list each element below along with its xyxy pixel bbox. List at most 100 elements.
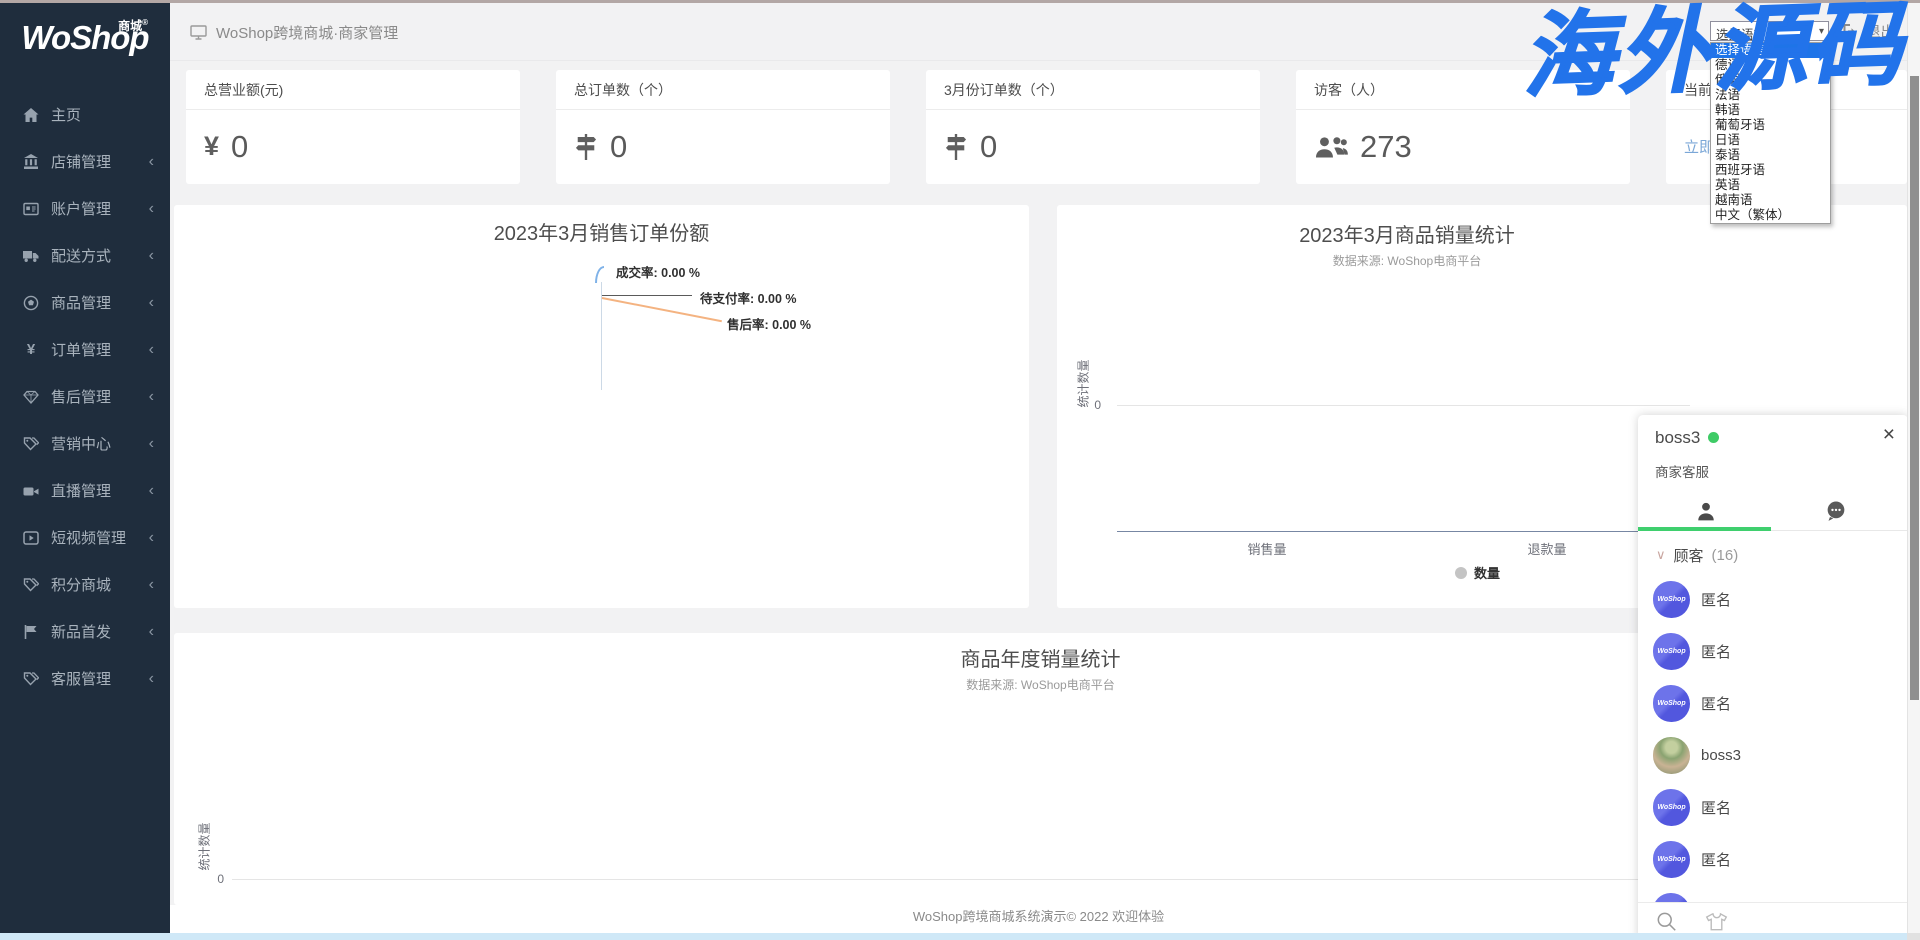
sidebar-item-home[interactable]: 主页 xyxy=(0,91,170,138)
sidebar-item-shortvideo[interactable]: 短视频管理 ‹ xyxy=(0,514,170,561)
sidebar-item-label: 直播管理 xyxy=(51,480,111,501)
visitor-name: 匿名 xyxy=(1701,693,1731,714)
stat-value: 273 xyxy=(1360,129,1412,165)
scrollbar-thumb[interactable] xyxy=(1910,76,1919,700)
chat-panel: boss3 × 商家客服 ∨ 顾客 (16) WoShop 匿名 WoShop … xyxy=(1638,415,1908,940)
x-category-refunds: 退款量 xyxy=(1467,539,1627,558)
sidebar-item-shop[interactable]: 店铺管理 ‹ xyxy=(0,138,170,185)
sidebar-item-goods[interactable]: 商品管理 ‹ xyxy=(0,279,170,326)
visitor-section-header[interactable]: ∨ 顾客 (16) xyxy=(1638,543,1908,567)
tab-conversations[interactable] xyxy=(1806,496,1866,526)
horizontal-scrollbar[interactable] xyxy=(0,933,1907,940)
sidebar-item-live[interactable]: 直播管理 ‹ xyxy=(0,467,170,514)
language-dropdown: 选择语言 德语 俄语 法语 韩语 葡萄牙语 日语 泰语 西班牙语 英语 越南语 … xyxy=(1710,42,1831,224)
page-title: WoShop跨境商城·商家管理 xyxy=(216,22,398,43)
tags-icon xyxy=(22,577,40,593)
chevron-left-icon: ‹ xyxy=(149,154,154,170)
gem-icon xyxy=(22,389,40,405)
flag-icon xyxy=(22,624,40,640)
sidebar-item-label: 商品管理 xyxy=(51,292,111,313)
language-select[interactable]: 选择语言 ▾ xyxy=(1710,21,1829,41)
sidebar-item-label: 售后管理 xyxy=(51,386,111,407)
app-logo[interactable]: 商城® WoShop xyxy=(0,19,170,79)
sidebar-item-label: 营销中心 xyxy=(51,433,111,454)
language-option[interactable]: 葡萄牙语 xyxy=(1711,118,1830,133)
pie-label-aftersale-rate: 售后率: 0.00 % xyxy=(727,314,811,333)
chevron-left-icon: ‹ xyxy=(149,671,154,687)
user-icon xyxy=(1696,501,1716,521)
logout-button[interactable]: 退出 xyxy=(1842,21,1895,42)
chevron-left-icon: ‹ xyxy=(149,530,154,546)
tab-visitors[interactable] xyxy=(1676,496,1736,526)
sidebar-item-label: 配送方式 xyxy=(51,245,111,266)
chevron-left-icon: ‹ xyxy=(149,248,154,264)
y-axis-label: 统计数量 xyxy=(196,822,213,870)
signpost-icon xyxy=(574,134,598,160)
monitor-icon xyxy=(190,25,207,40)
visitor-row[interactable]: boss3 xyxy=(1638,729,1908,781)
pie-label-unpaid-rate: 待支付率: 0.00 % xyxy=(700,288,797,307)
section-count: (16) xyxy=(1712,547,1739,564)
stat-card-total-orders: 总订单数（个） 0 xyxy=(556,70,890,184)
sidebar-item-label: 订单管理 xyxy=(51,339,111,360)
chevron-left-icon: ‹ xyxy=(149,624,154,640)
chevron-left-icon: ‹ xyxy=(149,577,154,593)
language-option[interactable]: 西班牙语 xyxy=(1711,163,1830,178)
language-option[interactable]: 日语 xyxy=(1711,133,1830,148)
y-axis-tick: 0 xyxy=(1081,398,1101,412)
chart-title: 2023年3月商品销量统计 xyxy=(1057,219,1757,248)
sidebar-item-service[interactable]: 客服管理 ‹ xyxy=(0,655,170,702)
search-icon[interactable] xyxy=(1656,911,1677,932)
close-icon[interactable]: × xyxy=(1883,424,1895,445)
language-option[interactable]: 俄语 xyxy=(1711,73,1830,88)
visitor-row[interactable]: WoShop 匿名 xyxy=(1638,677,1908,729)
yen-icon: ¥ xyxy=(22,342,40,358)
avatar xyxy=(1653,737,1690,774)
sidebar-item-newproduct[interactable]: 新品首发 ‹ xyxy=(0,608,170,655)
chart-subtitle: 数据来源: WoShop电商平台 xyxy=(1057,252,1757,269)
scrollbar-corner xyxy=(1907,933,1920,940)
truck-icon xyxy=(22,248,40,264)
stat-value: 0 xyxy=(231,129,248,165)
sidebar-item-orders[interactable]: ¥ 订单管理 ‹ xyxy=(0,326,170,373)
language-option[interactable]: 德语 xyxy=(1711,58,1830,73)
stat-label: 总订单数（个） xyxy=(556,70,890,110)
sidebar-item-marketing[interactable]: 营销中心 ‹ xyxy=(0,420,170,467)
home-icon xyxy=(22,107,40,123)
language-select-value: 选择语言 xyxy=(1716,28,1766,42)
sidebar-item-points[interactable]: 积分商城 ‹ xyxy=(0,561,170,608)
visitor-row[interactable]: WoShop 匿名 xyxy=(1638,573,1908,625)
chevron-down-icon: ▾ xyxy=(1819,26,1824,37)
chevron-left-icon: ‹ xyxy=(149,295,154,311)
sidebar-item-delivery[interactable]: 配送方式 ‹ xyxy=(0,232,170,279)
vertical-scrollbar[interactable] xyxy=(1907,3,1920,933)
language-option[interactable]: 中文（繁体） xyxy=(1711,208,1830,223)
language-option[interactable]: 越南语 xyxy=(1711,193,1830,208)
language-option[interactable]: 韩语 xyxy=(1711,103,1830,118)
language-option[interactable]: 法语 xyxy=(1711,88,1830,103)
visitor-row[interactable]: WoShop 匿名 xyxy=(1638,833,1908,885)
stat-label: 总营业额(元) xyxy=(186,70,520,110)
visitor-row[interactable]: WoShop 匿名 xyxy=(1638,781,1908,833)
pie-slice-line-blue xyxy=(595,266,604,283)
sidebar-item-aftersale[interactable]: 售后管理 ‹ xyxy=(0,373,170,420)
language-option[interactable]: 泰语 xyxy=(1711,148,1830,163)
legend-marker xyxy=(1455,567,1467,579)
sidebar-item-label: 短视频管理 xyxy=(51,527,126,548)
yen-icon: ¥ xyxy=(204,131,219,162)
language-option[interactable]: 英语 xyxy=(1711,178,1830,193)
breadcrumb: WoShop跨境商城·商家管理 xyxy=(190,22,398,43)
language-option[interactable]: 选择语言 xyxy=(1711,43,1830,58)
chevron-down-icon: ∨ xyxy=(1656,547,1666,563)
sidebar-item-account[interactable]: 账户管理 ‹ xyxy=(0,185,170,232)
visitor-name: 匿名 xyxy=(1701,797,1731,818)
pie-leader-line xyxy=(602,295,692,296)
chart-legend[interactable]: 数量 xyxy=(1455,563,1500,582)
comment-dots-icon xyxy=(1825,500,1847,522)
visitor-row[interactable]: WoShop 匿名 xyxy=(1638,625,1908,677)
avatar: WoShop xyxy=(1653,789,1690,826)
tags-icon xyxy=(22,671,40,687)
visitor-name: 匿名 xyxy=(1701,641,1731,662)
tshirt-icon[interactable] xyxy=(1705,912,1728,932)
visitor-name: 匿名 xyxy=(1701,849,1731,870)
